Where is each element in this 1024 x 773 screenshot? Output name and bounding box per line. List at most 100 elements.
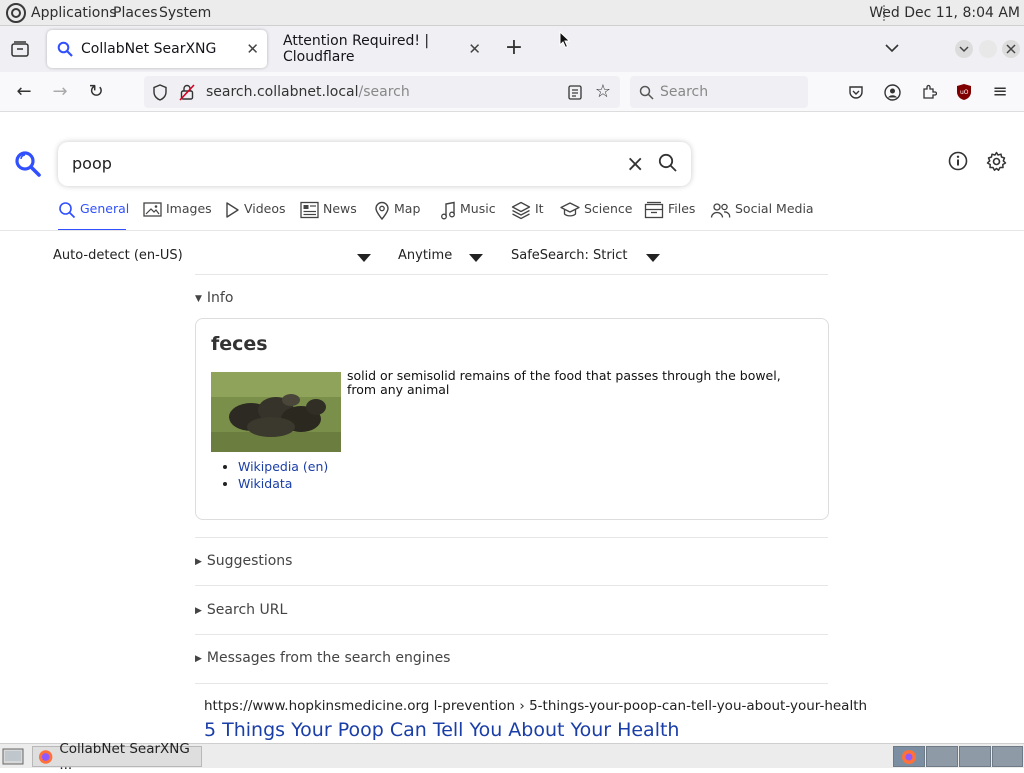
url-text[interactable]: search.collabnet.local/search [206, 84, 410, 100]
time-dropdown-icon[interactable] [469, 254, 483, 262]
bookmark-star-icon[interactable]: ☆ [593, 82, 613, 102]
ublock-origin-icon[interactable]: uO [956, 83, 972, 101]
suggestions-toggle[interactable]: ▶ Suggestions [195, 553, 292, 569]
section-divider [195, 683, 828, 684]
info-label: Info [206, 290, 234, 306]
reload-icon[interactable]: ↻ [86, 82, 106, 102]
language-select[interactable]: Auto-detect (en-US) [53, 248, 183, 263]
clock[interactable]: Wed Dec 11, 8:04 AM [869, 5, 1020, 21]
tab-label: Attention Required! | Cloudflare [283, 33, 430, 65]
searxng-logo-icon[interactable] [14, 150, 42, 178]
engine-messages-toggle[interactable]: ▶ Messages from the search engines [195, 650, 450, 666]
nav-bar: ← → ↻ search.collabnet.local/search ☆ Se… [0, 72, 1024, 112]
workspace-3[interactable] [959, 746, 991, 767]
menu-places[interactable]: Places [113, 5, 158, 21]
firefox-icon [38, 749, 53, 764]
infobox-image[interactable] [211, 372, 341, 452]
tab-files[interactable]: Files [644, 201, 695, 231]
browser-search-bar[interactable]: Search [630, 76, 808, 108]
hamburger-menu-icon[interactable]: ≡ [990, 82, 1010, 102]
tab-label: Files [668, 201, 696, 216]
pocket-icon[interactable] [848, 84, 864, 100]
layers-icon [511, 201, 531, 220]
search-submit-icon[interactable] [658, 153, 678, 173]
file-drawer-icon [644, 201, 664, 219]
tab-label: Music [460, 201, 496, 216]
tab-social-media[interactable]: Social Media [710, 201, 814, 231]
searxng-favicon-icon [57, 41, 73, 57]
back-icon[interactable]: ← [14, 82, 34, 102]
search-icon [59, 202, 76, 219]
account-icon[interactable] [884, 84, 901, 101]
tab-collabnet-searxng[interactable]: CollabNet SearXNG ✕ [47, 30, 267, 68]
newspaper-icon [300, 201, 319, 219]
workspace-2[interactable] [926, 746, 958, 767]
gnome-logo-icon[interactable] [6, 3, 26, 23]
shield-icon[interactable] [152, 84, 168, 101]
music-note-icon [441, 201, 455, 220]
minimize-button[interactable] [955, 40, 973, 58]
close-window-button[interactable] [1002, 40, 1020, 58]
tab-label: CollabNet SearXNG [81, 41, 217, 57]
reader-view-icon[interactable] [568, 85, 582, 100]
tab-general[interactable]: General [58, 201, 130, 231]
tab-news[interactable]: News [300, 201, 357, 231]
tab-label: Map [394, 201, 421, 216]
tab-cloudflare[interactable]: Attention Required! | Cloudflare ✕ [271, 30, 489, 68]
feces-photo-icon [211, 372, 341, 452]
tab-close-icon[interactable]: ✕ [246, 40, 259, 58]
tab-videos[interactable]: Videos [224, 201, 286, 231]
menu-applications[interactable]: Applications [31, 5, 117, 21]
map-pin-icon [375, 201, 389, 220]
safesearch-select[interactable]: SafeSearch: Strict [511, 248, 628, 263]
insecure-lock-icon[interactable] [179, 84, 195, 101]
new-tab-icon[interactable]: + [504, 37, 524, 59]
top-panel: Applications Places System Wed Dec 11, 8… [0, 0, 1024, 26]
people-icon [710, 203, 731, 218]
workspace-4[interactable] [992, 746, 1023, 767]
wikidata-link[interactable]: Wikidata [238, 476, 292, 491]
search-input[interactable]: poop [72, 154, 112, 173]
search-url-label: Search URL [206, 602, 288, 618]
search-result: https://www.hopkinsmedicine.org l-preven… [204, 698, 867, 741]
result-url[interactable]: https://www.hopkinsmedicine.org l-preven… [204, 698, 867, 714]
tab-science[interactable]: Science [560, 201, 632, 231]
suggestions-label: Suggestions [206, 553, 293, 569]
section-divider [195, 585, 828, 586]
filters-divider [195, 274, 828, 275]
maximize-button[interactable] [979, 40, 997, 58]
firefox-icon [902, 750, 916, 764]
time-range-select[interactable]: Anytime [398, 248, 452, 263]
list-all-tabs-icon[interactable] [885, 43, 899, 53]
infobox-description: solid or semisolid remains of the food t… [347, 368, 781, 397]
safesearch-dropdown-icon[interactable] [646, 254, 660, 262]
search-box[interactable]: poop × [58, 142, 691, 186]
language-dropdown-icon[interactable] [357, 254, 371, 262]
tab-label: Images [166, 201, 212, 216]
tab-it[interactable]: It [511, 201, 544, 231]
show-desktop-icon[interactable] [2, 748, 24, 765]
firefox-view-icon[interactable] [11, 41, 29, 57]
category-divider [0, 230, 1024, 231]
tab-music[interactable]: Music [440, 201, 496, 231]
section-divider [195, 634, 828, 635]
tab-close-icon[interactable]: ✕ [468, 40, 481, 58]
extensions-icon[interactable] [921, 84, 937, 100]
wikipedia-link[interactable]: Wikipedia (en) [238, 459, 328, 474]
menu-system[interactable]: System [159, 5, 211, 21]
tab-label: Videos [244, 201, 286, 216]
taskbar-task-firefox[interactable]: CollabNet SearXNG ... [32, 741, 202, 773]
search-url-toggle[interactable]: ▶ Search URL [195, 602, 287, 618]
url-bar[interactable]: search.collabnet.local/search ☆ [144, 76, 620, 108]
workspace-1[interactable] [893, 746, 925, 767]
settings-gear-icon[interactable] [986, 151, 1007, 172]
tab-label: General [80, 201, 130, 216]
engine-messages-label: Messages from the search engines [206, 650, 451, 666]
result-title-link[interactable]: 5 Things Your Poop Can Tell You About Yo… [204, 719, 867, 741]
clear-search-icon[interactable]: × [626, 152, 644, 177]
info-icon[interactable] [948, 151, 968, 171]
forward-icon[interactable]: → [50, 82, 70, 102]
tab-map[interactable]: Map [374, 201, 420, 231]
tab-images[interactable]: Images [143, 201, 212, 231]
info-toggle[interactable]: ▼ Info [195, 290, 233, 306]
